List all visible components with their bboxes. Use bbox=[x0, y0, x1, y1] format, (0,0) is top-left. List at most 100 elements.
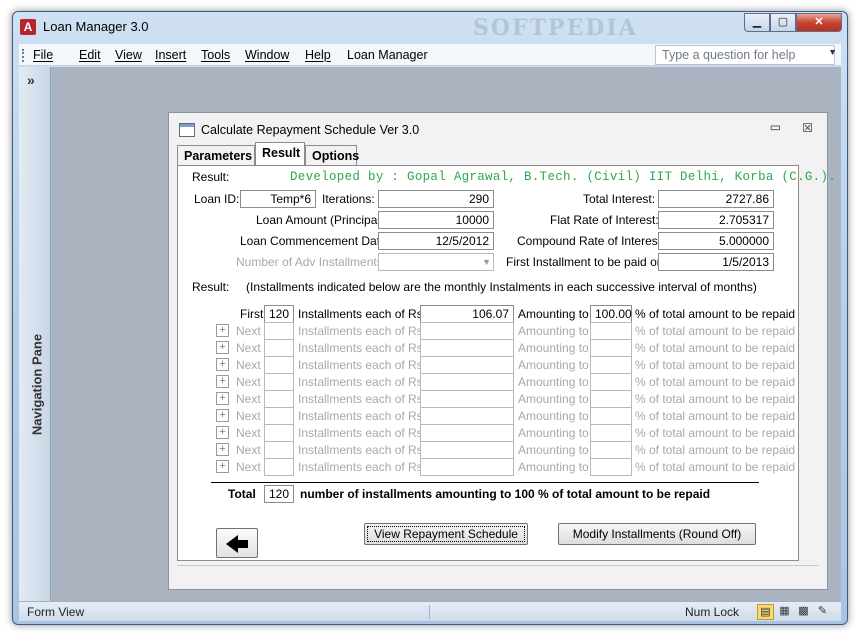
access-app-icon[interactable]: A bbox=[20, 19, 36, 35]
percent-label: % of total amount to be repaid bbox=[635, 358, 796, 372]
next-amount-field[interactable] bbox=[420, 339, 514, 357]
back-button[interactable] bbox=[216, 528, 258, 558]
back-arrow-icon bbox=[226, 535, 248, 553]
first-amount-field[interactable]: 106.07 bbox=[420, 305, 514, 323]
next-percent-field[interactable] bbox=[590, 407, 632, 425]
compound-rate-field[interactable]: 5.000000 bbox=[658, 232, 774, 250]
expand-nav-icon[interactable]: » bbox=[27, 72, 35, 88]
menu-grip-icon[interactable] bbox=[22, 49, 25, 62]
next-amount-field[interactable] bbox=[420, 322, 514, 340]
iterations-field[interactable]: 290 bbox=[378, 190, 494, 208]
loan-id-label: Loan ID: bbox=[194, 192, 240, 206]
tab-panel-result: Result: Developed by : Gopal Agrawal, B.… bbox=[177, 165, 836, 561]
tab-parameters[interactable]: Parameters bbox=[177, 145, 255, 166]
iterations-label: Iterations: bbox=[322, 192, 375, 206]
tab-options[interactable]: Options bbox=[305, 145, 359, 166]
num-lock-indicator: Num Lock bbox=[685, 605, 740, 619]
next-label: Next bbox=[236, 341, 261, 355]
total-interest-field[interactable]: 2727.86 bbox=[658, 190, 774, 208]
modify-installments-button[interactable]: Modify Installments (Round Off) bbox=[558, 523, 756, 545]
installments-each-label: Installments each of Rs. bbox=[298, 409, 427, 423]
menu-edit[interactable]: Edit bbox=[79, 48, 101, 62]
watermark: SOFTPEDIA bbox=[473, 15, 638, 41]
menu-help[interactable]: Help bbox=[305, 48, 331, 62]
window-title: Loan Manager 3.0 bbox=[43, 19, 149, 34]
pivot-table-view-icon[interactable]: ▩ bbox=[795, 604, 812, 620]
expand-row-icon[interactable]: + bbox=[216, 324, 229, 337]
next-percent-field[interactable] bbox=[590, 322, 632, 340]
app-window: A Loan Manager 3.0 SOFTPEDIA ▁ ▢ ✕ File … bbox=[12, 11, 848, 625]
loan-amount-field[interactable]: 10000 bbox=[378, 211, 494, 229]
percent-label: % of total amount to be repaid bbox=[635, 460, 796, 474]
next-percent-field[interactable] bbox=[590, 441, 632, 459]
expand-row-icon[interactable]: + bbox=[216, 375, 229, 388]
next-amount-field[interactable] bbox=[420, 424, 514, 442]
next-amount-field[interactable] bbox=[420, 356, 514, 374]
next-count-field[interactable] bbox=[264, 424, 294, 442]
next-count-field[interactable] bbox=[264, 373, 294, 391]
menu-view[interactable]: View bbox=[115, 48, 142, 62]
amounting-to-label: Amounting to bbox=[518, 460, 589, 474]
menu-file[interactable]: File bbox=[33, 48, 53, 62]
commencement-date-field[interactable]: 12/5/2012 bbox=[378, 232, 494, 250]
expand-row-icon[interactable]: + bbox=[216, 443, 229, 456]
flat-rate-field[interactable]: 2.705317 bbox=[658, 211, 774, 229]
next-percent-field[interactable] bbox=[590, 390, 632, 408]
menu-insert[interactable]: Insert bbox=[155, 48, 186, 62]
next-amount-field[interactable] bbox=[420, 441, 514, 459]
maximize-icon[interactable]: ▢ bbox=[770, 13, 796, 32]
form-view-icon[interactable]: ▤ bbox=[757, 604, 774, 620]
design-view-icon[interactable]: ✎ bbox=[814, 604, 831, 620]
menu-tools[interactable]: Tools bbox=[201, 48, 230, 62]
minimize-icon[interactable]: ▁ bbox=[744, 13, 770, 32]
next-percent-field[interactable] bbox=[590, 339, 632, 357]
form-footer bbox=[177, 565, 819, 581]
datasheet-view-icon[interactable]: ▦ bbox=[776, 604, 793, 620]
client-area: » Navigation Pane Calculate Repayment Sc… bbox=[19, 67, 841, 601]
tab-result[interactable]: Result bbox=[255, 142, 305, 166]
next-percent-field[interactable] bbox=[590, 458, 632, 476]
expand-row-icon[interactable]: + bbox=[216, 358, 229, 371]
status-separator bbox=[429, 605, 430, 619]
expand-row-icon[interactable]: + bbox=[216, 426, 229, 439]
next-count-field[interactable] bbox=[264, 339, 294, 357]
percent-label: % of total amount to be repaid bbox=[635, 324, 796, 338]
total-count-field[interactable]: 120 bbox=[264, 485, 294, 503]
first-percent-field[interactable]: 100.00 bbox=[590, 305, 632, 323]
menu-window[interactable]: Window bbox=[245, 48, 289, 62]
navigation-pane-label[interactable]: Navigation Pane bbox=[30, 325, 45, 445]
next-amount-field[interactable] bbox=[420, 373, 514, 391]
next-count-field[interactable] bbox=[264, 458, 294, 476]
expand-row-icon[interactable]: + bbox=[216, 392, 229, 405]
expand-row-icon[interactable]: + bbox=[216, 341, 229, 354]
expand-row-icon[interactable]: + bbox=[216, 460, 229, 473]
adv-installments-select[interactable]: ▼ bbox=[378, 253, 494, 271]
form-close-icon[interactable]: ☒ bbox=[802, 121, 813, 135]
next-percent-field[interactable] bbox=[590, 424, 632, 442]
next-amount-field[interactable] bbox=[420, 458, 514, 476]
next-percent-field[interactable] bbox=[590, 373, 632, 391]
amounting-to-label: Amounting to bbox=[518, 324, 589, 338]
next-count-field[interactable] bbox=[264, 356, 294, 374]
form-window: Calculate Repayment Schedule Ver 3.0 ▭ ☒… bbox=[168, 112, 836, 590]
chevron-down-icon[interactable]: ▼ bbox=[828, 47, 837, 57]
form-minimize-icon[interactable]: ▭ bbox=[770, 120, 781, 134]
help-search-input[interactable]: Type a question for help bbox=[655, 45, 835, 65]
first-installment-date-field[interactable]: 1/5/2013 bbox=[658, 253, 774, 271]
first-count-field[interactable]: 120 bbox=[264, 305, 294, 323]
next-count-field[interactable] bbox=[264, 441, 294, 459]
installments-each-label: Installments each of Rs. bbox=[298, 358, 427, 372]
percent-label: % of total amount to be repaid bbox=[635, 426, 796, 440]
next-count-field[interactable] bbox=[264, 390, 294, 408]
next-count-field[interactable] bbox=[264, 407, 294, 425]
next-percent-field[interactable] bbox=[590, 356, 632, 374]
view-repayment-schedule-button[interactable]: View Repayment Schedule bbox=[364, 523, 528, 545]
next-count-field[interactable] bbox=[264, 322, 294, 340]
amounting-to-label: Amounting to bbox=[518, 375, 589, 389]
close-icon[interactable]: ✕ bbox=[796, 13, 842, 32]
next-amount-field[interactable] bbox=[420, 390, 514, 408]
next-amount-field[interactable] bbox=[420, 407, 514, 425]
menu-loan-manager[interactable]: Loan Manager bbox=[347, 48, 428, 62]
loan-id-field[interactable]: Temp*6 bbox=[240, 190, 316, 208]
expand-row-icon[interactable]: + bbox=[216, 409, 229, 422]
